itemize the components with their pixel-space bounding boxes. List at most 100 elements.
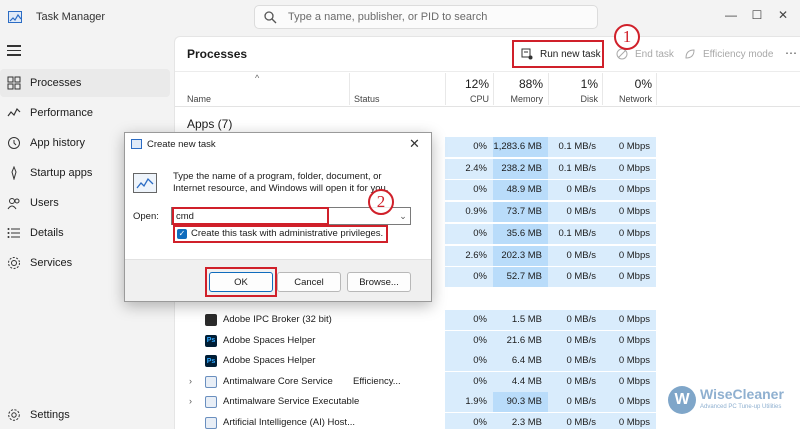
app-row-memory-cell: 52.7 MB xyxy=(493,267,548,288)
process-cpu-cell: 0% xyxy=(445,351,493,371)
search-box[interactable]: Type a name, publisher, or PID to search xyxy=(254,5,598,29)
table-row[interactable]: Ps Adobe Spaces Helper 0% 21.6 MB 0 MB/s 0 Mb… xyxy=(175,330,800,351)
app-row-disk-cell: 0 MB/s xyxy=(548,245,602,266)
app-row-memory-cell: 73.7 MB xyxy=(493,202,548,223)
sidebar-item-label: Performance xyxy=(30,107,93,119)
ok-button-highlight xyxy=(205,267,277,297)
photoshop-icon: Ps xyxy=(205,334,217,347)
app-row-network-cell: 0 Mbps xyxy=(602,245,656,266)
app-row-memory-cell: 238.2 MB xyxy=(493,158,548,179)
services-icon xyxy=(6,255,22,271)
dialog-close-button[interactable]: ✕ xyxy=(409,136,420,152)
process-disk-cell: 0 MB/s xyxy=(548,392,602,412)
app-row-network-cell: 0 Mbps xyxy=(602,158,656,179)
process-memory-cell: 1.5 MB xyxy=(493,310,548,330)
process-disk-cell: 0 MB/s xyxy=(548,330,602,351)
admin-privileges-highlight xyxy=(173,225,388,243)
cpu-usage-percent[interactable]: 12% xyxy=(445,77,489,91)
step-1-badge: 1 xyxy=(614,24,640,50)
sidebar-item-processes[interactable]: Processes xyxy=(0,69,170,97)
process-status: Efficiency... xyxy=(353,375,401,387)
sidebar-item-label: Startup apps xyxy=(30,167,93,179)
expand-chevron-icon[interactable]: › xyxy=(189,396,192,406)
process-network-cell: 0 Mbps xyxy=(602,371,656,392)
sort-indicator-icon: ^ xyxy=(255,73,260,83)
efficiency-mode-button[interactable]: Efficiency mode xyxy=(683,44,773,64)
app-row-disk-cell: 0 MB/s xyxy=(548,267,602,288)
app-row-cpu-cell: 2.6% xyxy=(445,245,493,266)
app-row-memory-cell: 48.9 MB xyxy=(493,180,548,201)
column-separator xyxy=(656,73,657,105)
process-disk-cell: 0 MB/s xyxy=(548,371,602,392)
app-row-disk-cell: 0.1 MB/s xyxy=(548,137,602,157)
app-row-memory-cell: 1,283.6 MB xyxy=(493,137,548,157)
process-network-cell: 0 Mbps xyxy=(602,392,656,412)
column-header-name[interactable]: Name xyxy=(187,94,211,104)
process-network-cell: 0 Mbps xyxy=(602,351,656,371)
cancel-button[interactable]: Cancel xyxy=(277,272,341,292)
app-row-network-cell: 0 Mbps xyxy=(602,223,656,244)
memory-usage-percent[interactable]: 88% xyxy=(493,77,543,91)
sidebar-item-performance[interactable]: Performance xyxy=(0,99,170,127)
disk-usage-percent[interactable]: 1% xyxy=(548,77,598,91)
group-header-apps[interactable]: Apps (7) xyxy=(187,117,232,131)
app-row-disk-cell: 0.1 MB/s xyxy=(548,158,602,179)
column-header-network[interactable]: Network xyxy=(602,94,652,104)
dialog-title-bar: Create new task ✕ xyxy=(125,133,431,155)
app-row-cpu-cell: 2.4% xyxy=(445,158,493,179)
wisecleaner-logo-icon: W xyxy=(668,386,696,414)
app-row-network-cell: 0 Mbps xyxy=(602,180,656,201)
process-disk-cell: 0 MB/s xyxy=(548,412,602,429)
process-memory-cell: 21.6 MB xyxy=(493,330,548,351)
sidebar-item-settings[interactable]: Settings xyxy=(0,401,170,429)
app-row-disk-cell: 0.1 MB/s xyxy=(548,223,602,244)
details-icon xyxy=(6,225,22,241)
end-task-label: End task xyxy=(635,48,674,60)
app-row-cpu-cell: 0% xyxy=(445,267,493,288)
app-row-network-cell: 0 Mbps xyxy=(602,202,656,223)
processes-icon xyxy=(6,75,22,91)
process-network-cell: 0 Mbps xyxy=(602,310,656,330)
sidebar-item-label: App history xyxy=(30,137,86,149)
column-header-status[interactable]: Status xyxy=(354,94,380,104)
network-usage-percent[interactable]: 0% xyxy=(602,77,652,91)
process-network-cell: 0 Mbps xyxy=(602,412,656,429)
step-2-badge: 2 xyxy=(368,189,394,215)
header-divider xyxy=(175,106,800,107)
chevron-down-icon[interactable]: ⌄ xyxy=(396,208,410,224)
table-row[interactable]: Ps Adobe Spaces Helper 0% 6.4 MB 0 MB/s 0 Mbp… xyxy=(175,351,800,371)
more-options-button[interactable]: ⋯ xyxy=(785,46,797,60)
column-header-disk[interactable]: Disk xyxy=(548,94,599,104)
app-history-icon xyxy=(6,135,22,151)
dialog-app-icon xyxy=(131,139,142,149)
column-separator xyxy=(349,73,350,105)
toolbar-divider xyxy=(175,71,800,72)
efficiency-mode-label: Efficiency mode xyxy=(703,48,774,60)
app-row-network-cell: 0 Mbps xyxy=(602,267,656,288)
search-placeholder[interactable]: Type a name, publisher, or PID to search xyxy=(288,11,487,23)
process-network-cell: 0 Mbps xyxy=(602,330,656,351)
process-name: Antimalware Service Executable xyxy=(223,396,360,407)
photoshop-icon: Ps xyxy=(205,355,217,367)
process-memory-cell: 2.3 MB xyxy=(493,412,548,429)
create-new-task-dialog: Create new task ✕ Type the name of a pro… xyxy=(124,132,432,302)
adobe-icon xyxy=(205,314,217,326)
run-program-icon xyxy=(133,173,157,193)
watermark-tagline: Advanced PC Tune-up Utilities xyxy=(700,404,782,410)
hamburger-menu-icon[interactable] xyxy=(7,45,21,57)
expand-chevron-icon[interactable]: › xyxy=(189,376,192,386)
wisecleaner-watermark: W WiseCleaner Advanced PC Tune-up Utilit… xyxy=(668,384,798,420)
column-header-cpu[interactable]: CPU xyxy=(445,94,489,104)
app-row-cpu-cell: 0% xyxy=(445,180,493,201)
browse-button[interactable]: Browse... xyxy=(347,272,411,292)
close-button[interactable]: ✕ xyxy=(760,0,800,30)
open-input-highlight xyxy=(172,207,329,225)
app-row-network-cell: 0 Mbps xyxy=(602,137,656,157)
process-disk-cell: 0 MB/s xyxy=(548,351,602,371)
process-cpu-cell: 0% xyxy=(445,310,493,330)
column-header-memory[interactable]: Memory xyxy=(493,94,543,104)
process-cpu-cell: 1.9% xyxy=(445,392,493,412)
table-row[interactable]: Adobe IPC Broker (32 bit) 0% 1.5 MB 0 MB/s 0… xyxy=(175,310,800,330)
sidebar-item-label: Services xyxy=(30,257,73,269)
page-title: Processes xyxy=(187,47,248,61)
